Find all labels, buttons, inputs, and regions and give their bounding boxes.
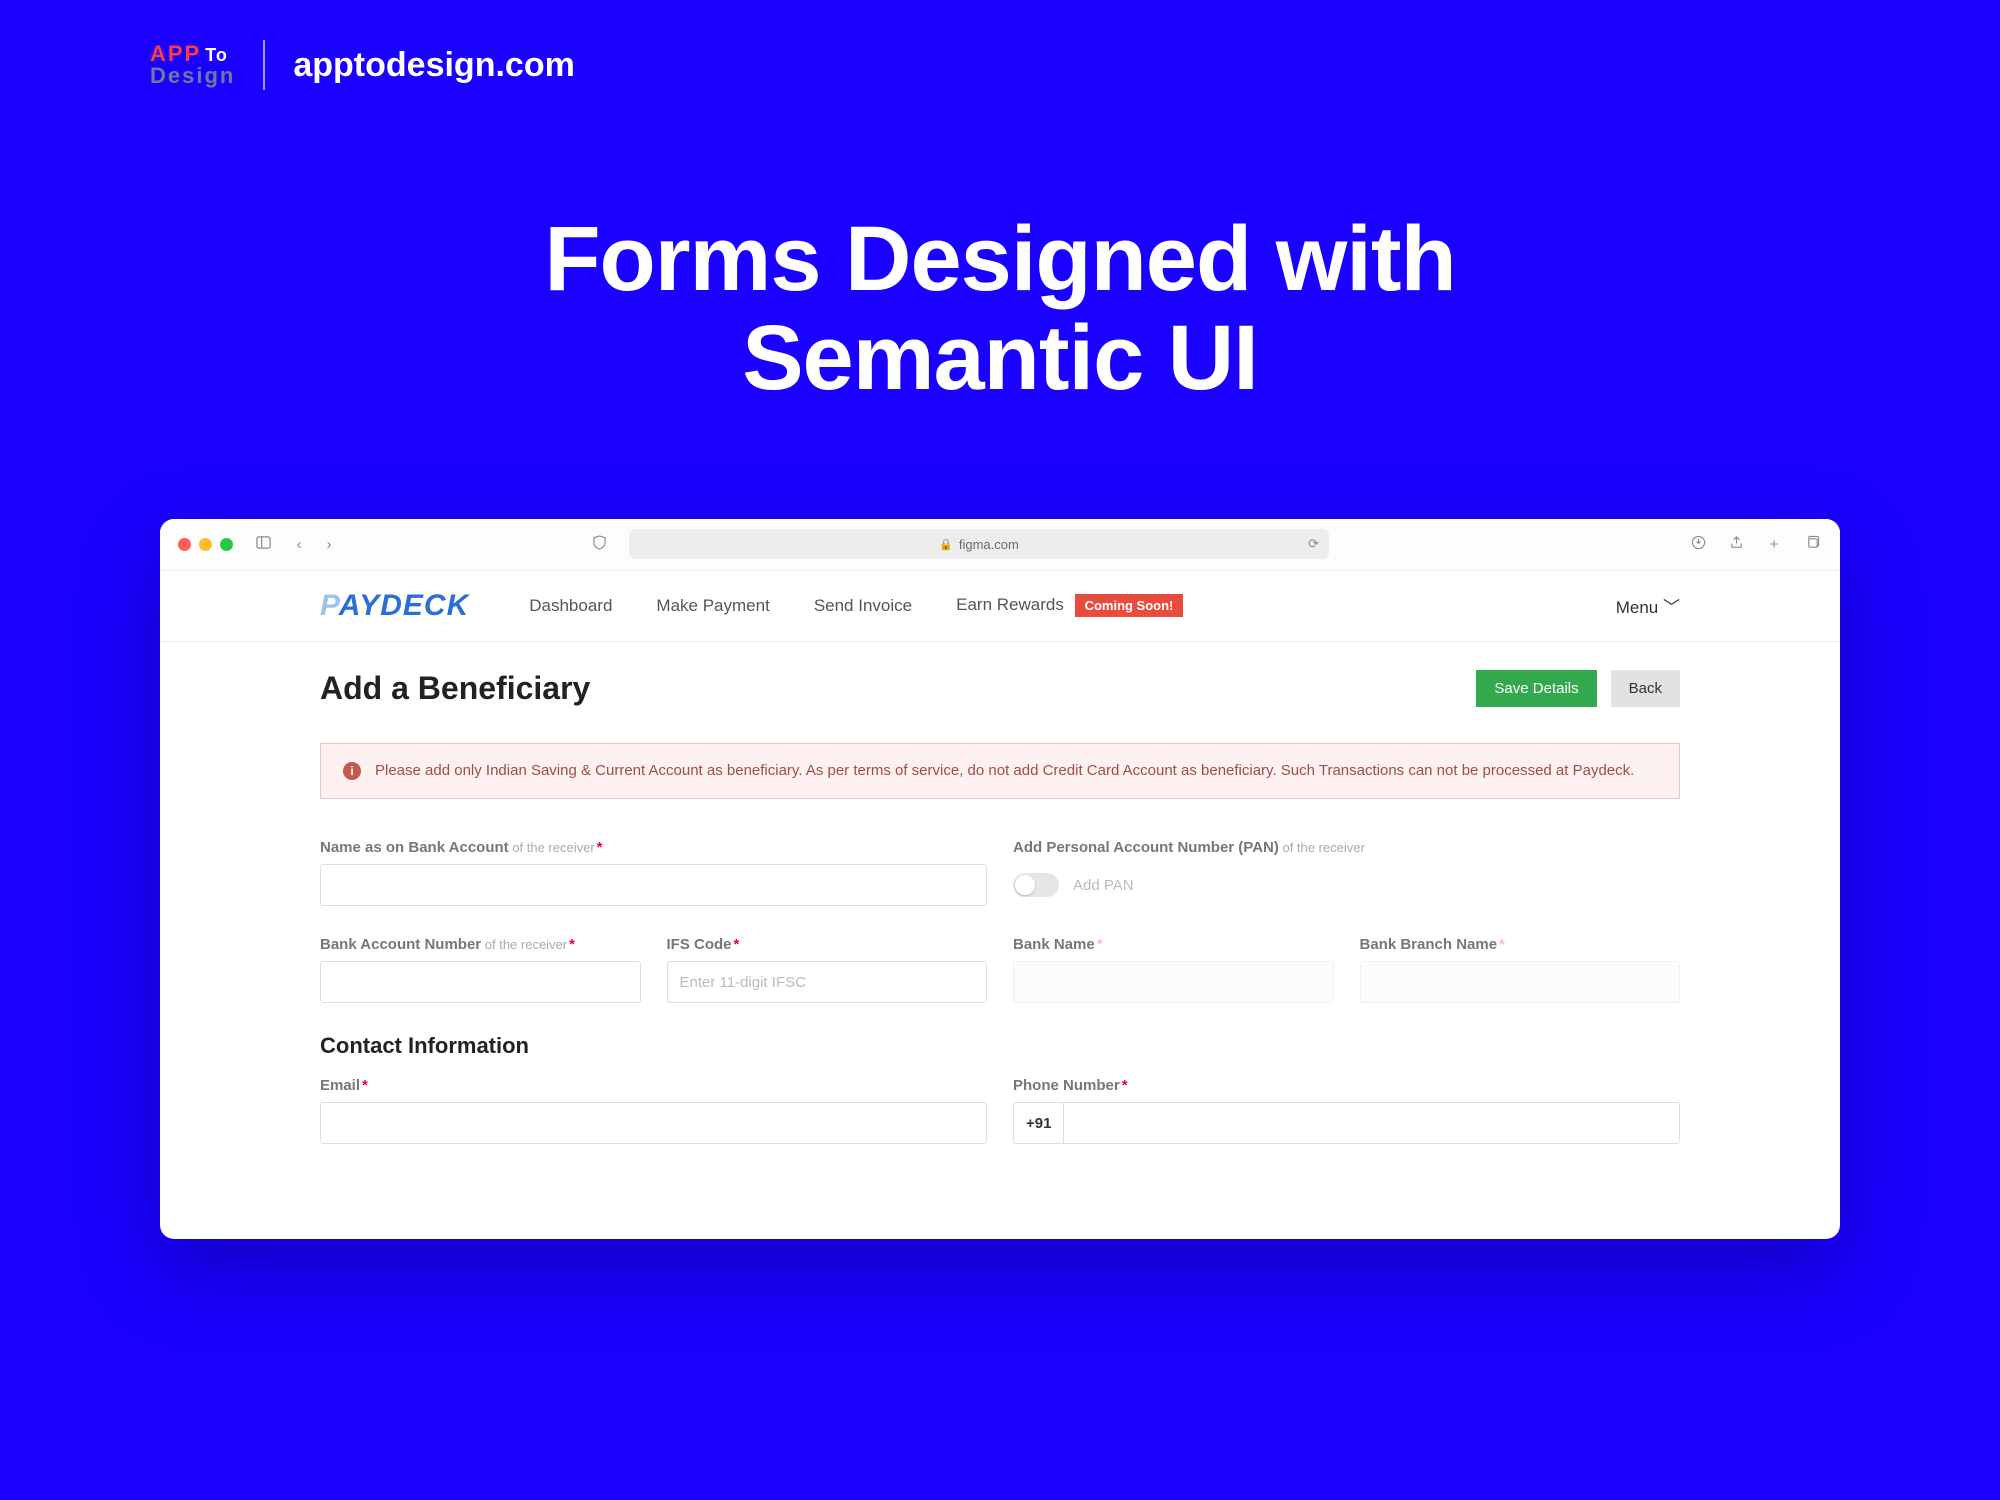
new-tab-icon[interactable]: + (1764, 536, 1784, 553)
nav-earn-rewards[interactable]: Earn Rewards Coming Soon! (956, 594, 1183, 617)
beneficiary-form: Name as on Bank Account of the receiver*… (320, 839, 1680, 1144)
field-ifs: IFS Code* (667, 936, 988, 1003)
alert-text: Please add only Indian Saving & Current … (375, 760, 1634, 783)
logo-to-text: To (205, 46, 228, 64)
back-icon[interactable]: ‹ (289, 536, 309, 553)
promo-header: APP To Design apptodesign.com (0, 0, 2000, 100)
site-url: apptodesign.com (293, 46, 574, 85)
download-icon[interactable] (1688, 535, 1708, 554)
phone-label: Phone Number* (1013, 1077, 1680, 1094)
sidebar-toggle-icon[interactable] (253, 535, 273, 554)
email-label: Email* (320, 1077, 987, 1094)
pan-toggle-label: Add PAN (1073, 877, 1134, 894)
field-name: Name as on Bank Account of the receiver* (320, 839, 987, 906)
pan-toggle[interactable] (1013, 873, 1059, 897)
field-account-number: Bank Account Number of the receiver* (320, 936, 641, 1003)
logo-app-text: APP (150, 43, 201, 65)
hero-title: Forms Designed with Semantic UI (0, 210, 2000, 409)
page-header: Add a Beneficiary Save Details Back (320, 670, 1680, 707)
phone-input[interactable] (1063, 1102, 1680, 1144)
pan-label: Add Personal Account Number (PAN) of the… (1013, 839, 1680, 856)
address-bar[interactable]: 🔒 figma.com ⟳ (629, 529, 1329, 559)
page-body: Add a Beneficiary Save Details Back i Pl… (160, 642, 1840, 1145)
phone-prefix: +91 (1013, 1102, 1063, 1144)
brand-logo[interactable]: PAYDECK (320, 589, 469, 623)
save-button[interactable]: Save Details (1476, 670, 1596, 707)
contact-section-title: Contact Information (320, 1033, 1680, 1059)
apptodesign-logo: APP To Design (150, 43, 235, 87)
lock-icon: 🔒 (939, 538, 953, 551)
nav-send-invoice[interactable]: Send Invoice (814, 596, 912, 616)
share-icon[interactable] (1726, 535, 1746, 554)
browser-chrome: ‹ › 🔒 figma.com ⟳ + (160, 519, 1840, 571)
back-button[interactable]: Back (1611, 670, 1680, 707)
ifs-label: IFS Code* (667, 936, 988, 953)
chevron-down-icon: ﹀ (1663, 598, 1680, 617)
divider (263, 40, 265, 90)
menu-dropdown[interactable]: Menu ﹀ (1616, 593, 1680, 618)
top-nav: PAYDECK Dashboard Make Payment Send Invo… (160, 571, 1840, 642)
reload-icon[interactable]: ⟳ (1308, 536, 1319, 552)
account-number-label: Bank Account Number of the receiver* (320, 936, 641, 953)
name-label: Name as on Bank Account of the receiver* (320, 839, 987, 856)
branch-label: Bank Branch Name* (1360, 936, 1681, 953)
minimize-window-icon[interactable] (199, 538, 212, 551)
hero-line2: Semantic UI (742, 307, 1258, 409)
nav-make-payment[interactable]: Make Payment (656, 596, 769, 616)
field-phone: Phone Number* +91 (1013, 1077, 1680, 1144)
field-bank-name: Bank Name* (1013, 936, 1334, 1003)
app-content: PAYDECK Dashboard Make Payment Send Invo… (160, 571, 1840, 1145)
logo-design-text: Design (150, 65, 235, 87)
coming-soon-badge: Coming Soon! (1075, 594, 1184, 617)
hero-line1: Forms Designed with (544, 208, 1455, 310)
email-input[interactable] (320, 1102, 987, 1144)
tabs-icon[interactable] (1802, 535, 1822, 554)
field-branch: Bank Branch Name* (1360, 936, 1681, 1003)
nav-dashboard[interactable]: Dashboard (529, 596, 612, 616)
name-input[interactable] (320, 864, 987, 906)
privacy-shield-icon[interactable] (589, 535, 609, 554)
close-window-icon[interactable] (178, 538, 191, 551)
address-text: figma.com (959, 537, 1019, 552)
page-title: Add a Beneficiary (320, 670, 590, 707)
branch-input[interactable] (1360, 961, 1681, 1003)
bank-name-input[interactable] (1013, 961, 1334, 1003)
field-email: Email* (320, 1077, 987, 1144)
forward-icon[interactable]: › (319, 536, 339, 553)
ifs-input[interactable] (667, 961, 988, 1003)
account-number-input[interactable] (320, 961, 641, 1003)
traffic-lights (178, 538, 233, 551)
warning-alert: i Please add only Indian Saving & Curren… (320, 743, 1680, 800)
browser-window: ‹ › 🔒 figma.com ⟳ + PAYDEC (160, 519, 1840, 1239)
nav-links: Dashboard Make Payment Send Invoice Earn… (529, 594, 1183, 617)
maximize-window-icon[interactable] (220, 538, 233, 551)
info-icon: i (343, 762, 361, 780)
bank-name-label: Bank Name* (1013, 936, 1334, 953)
nav-earn-rewards-label: Earn Rewards (956, 595, 1064, 614)
menu-label: Menu (1616, 598, 1659, 617)
field-pan: Add Personal Account Number (PAN) of the… (1013, 839, 1680, 906)
